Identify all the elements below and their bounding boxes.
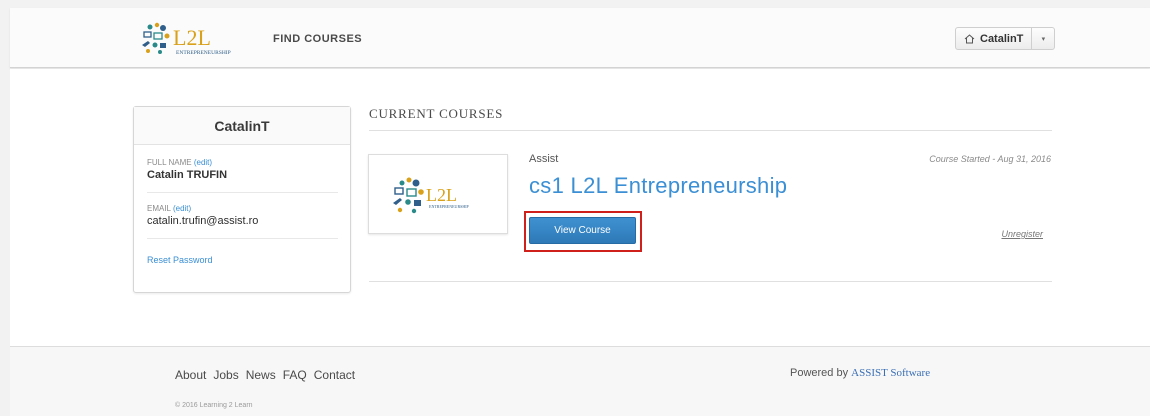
footer-link-contact[interactable]: Contact (314, 368, 355, 382)
profile-username: CatalinT (134, 107, 350, 145)
powered-by: Powered by ASSIST Software (790, 367, 930, 379)
user-menu-username: CatalinT (980, 32, 1024, 45)
powered-by-label: Powered by (790, 367, 849, 379)
logo-subtext: ENTREPRENEURSHIP (176, 50, 231, 56)
full-name-label: FULL NAME (edit) (147, 158, 213, 167)
edit-full-name-link[interactable]: (edit) (194, 158, 212, 167)
section-divider (369, 130, 1052, 131)
edit-email-link[interactable]: (edit) (173, 204, 191, 213)
logo-text: L2L (173, 25, 211, 50)
profile-card: CatalinT FULL NAME (edit) Catalin TRUFIN… (133, 106, 351, 293)
home-icon (964, 33, 975, 44)
course-title-link[interactable]: cs1 L2L Entrepreneurship (529, 173, 787, 199)
copyright-text: © 2016 Learning 2 Learn (175, 402, 253, 409)
footer-link-news[interactable]: News (246, 368, 276, 382)
site-header: L2L ENTREPRENEURSHIP FIND COURSES Catali… (10, 8, 1150, 68)
course-image[interactable]: L2L ENTREPRENEURSHIP (368, 154, 508, 234)
footer-link-about[interactable]: About (175, 368, 206, 382)
footer-link-jobs[interactable]: Jobs (213, 368, 238, 382)
user-dashboard-button[interactable]: CatalinT (956, 28, 1033, 49)
course-start-date: Course Started - Aug 31, 2016 (929, 154, 1051, 164)
view-course-button[interactable]: View Course (529, 217, 636, 244)
course-organization: Assist (529, 153, 559, 165)
divider (147, 192, 338, 193)
main-content: CatalinT FULL NAME (edit) Catalin TRUFIN… (10, 69, 1150, 346)
email-value: catalin.trufin@assist.ro (147, 215, 259, 227)
unregister-link[interactable]: Unregister (1001, 229, 1043, 239)
reset-password-link[interactable]: Reset Password (147, 255, 213, 265)
footer-nav: About Jobs News FAQ Contact (175, 368, 355, 382)
course-image-logo-text: L2L (426, 185, 457, 205)
nav-find-courses[interactable]: FIND COURSES (273, 33, 362, 45)
course-divider (369, 281, 1052, 282)
current-courses-heading: CURRENT COURSES (369, 106, 504, 121)
divider (147, 238, 338, 239)
user-menu[interactable]: CatalinT ▾ (955, 27, 1056, 50)
course-image-logo-subtext: ENTREPRENEURSHIP (429, 204, 470, 209)
powered-by-brand-link[interactable]: ASSIST Software (851, 367, 930, 379)
footer-link-faq[interactable]: FAQ (283, 368, 307, 382)
email-label: EMAIL (edit) (147, 204, 192, 213)
site-logo[interactable]: L2L ENTREPRENEURSHIP (136, 21, 256, 57)
site-footer: About Jobs News FAQ Contact © 2016 Learn… (10, 346, 1150, 416)
user-menu-caret-icon[interactable]: ▾ (1032, 28, 1054, 49)
full-name-value: Catalin TRUFIN (147, 169, 228, 181)
